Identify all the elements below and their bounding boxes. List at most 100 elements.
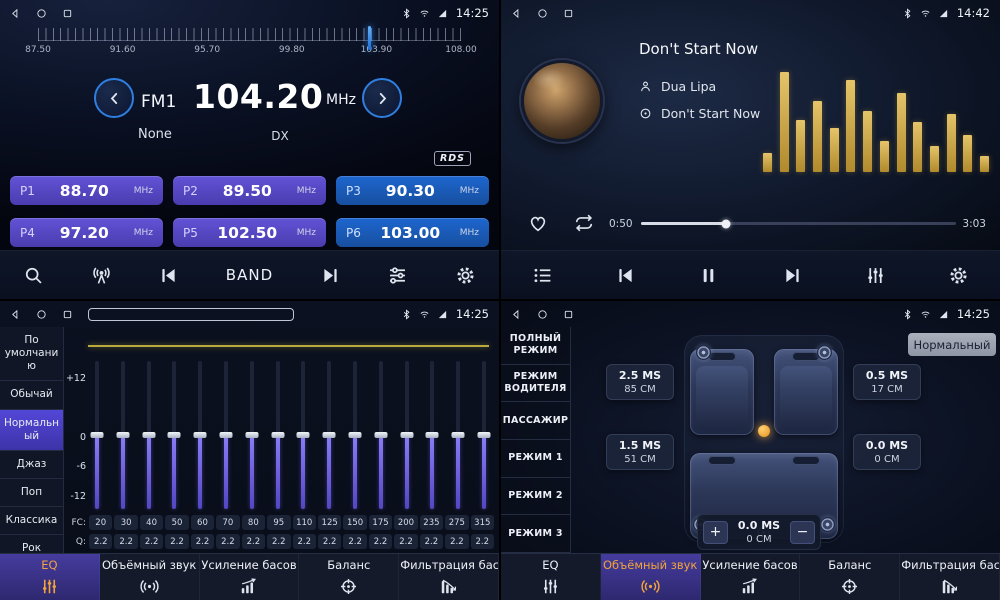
eq-slider-knob[interactable] <box>400 432 413 438</box>
surround-mode-item[interactable]: ПОЛНЫЙ РЕЖИМ <box>501 327 570 365</box>
eq-band-slider[interactable] <box>400 361 414 509</box>
eq-preset-item[interactable]: Обычай <box>0 381 63 409</box>
recents-icon[interactable] <box>62 309 73 320</box>
seek-bar[interactable] <box>641 222 956 225</box>
tune-up-button[interactable] <box>362 78 402 118</box>
eq-band-slider[interactable] <box>374 361 388 509</box>
gear-button[interactable] <box>948 265 969 286</box>
front-right-delay[interactable]: 0.5 MS 17 CM <box>853 364 921 400</box>
playlist-button[interactable] <box>532 265 553 286</box>
eq-band-slider[interactable] <box>477 361 491 509</box>
radio-preset-p6[interactable]: P6103.00MHz <box>336 218 489 247</box>
eq-preset-item[interactable]: Рок <box>0 535 63 553</box>
eq-slider-knob[interactable] <box>348 432 361 438</box>
eq-slider-knob[interactable] <box>116 432 129 438</box>
broadcast-button[interactable] <box>91 265 112 286</box>
audio-tab-2[interactable]: Объёмный звук <box>100 554 200 600</box>
eq-slider-knob[interactable] <box>323 432 336 438</box>
eq-band-slider[interactable] <box>425 361 439 509</box>
recents-icon[interactable] <box>62 8 73 19</box>
home-icon[interactable] <box>36 309 47 320</box>
prev-button[interactable] <box>158 265 179 286</box>
surround-mode-item[interactable]: ПАССАЖИР <box>501 402 570 440</box>
band-button[interactable]: BAND <box>226 266 273 284</box>
rear-left-delay[interactable]: 1.5 MS 51 CM <box>606 434 674 470</box>
favorite-button[interactable] <box>527 212 549 238</box>
front-left-delay[interactable]: 2.5 MS 85 CM <box>606 364 674 400</box>
eq-slider-knob[interactable] <box>297 432 310 438</box>
sliders-h-button[interactable] <box>387 265 408 286</box>
rear-right-delay[interactable]: 0.0 MS 0 CM <box>853 434 921 470</box>
eq-band-slider[interactable] <box>451 361 465 509</box>
eq-preset-item[interactable]: Классика <box>0 507 63 535</box>
radio-preset-p4[interactable]: P497.20MHz <box>10 218 163 247</box>
audio-tab-5[interactable]: Фильтрация басов <box>900 554 1000 600</box>
eq-slider-knob[interactable] <box>91 432 104 438</box>
eq-slider-knob[interactable] <box>194 432 207 438</box>
audio-tab-4[interactable]: Баланс <box>299 554 399 600</box>
eq-band-slider[interactable] <box>193 361 207 509</box>
next-button[interactable] <box>782 265 803 286</box>
tune-down-button[interactable] <box>94 78 134 118</box>
radio-preset-p1[interactable]: P188.70MHz <box>10 176 163 205</box>
radio-preset-p3[interactable]: P390.30MHz <box>336 176 489 205</box>
eq-slider-knob[interactable] <box>219 432 232 438</box>
recents-icon[interactable] <box>563 8 574 19</box>
prev-button[interactable] <box>615 265 636 286</box>
eq-slider-knob[interactable] <box>426 432 439 438</box>
home-icon[interactable] <box>36 8 47 19</box>
next-button[interactable] <box>320 265 341 286</box>
back-icon[interactable] <box>511 309 522 320</box>
eq-band-slider[interactable] <box>322 361 336 509</box>
listener-position-dot[interactable] <box>758 425 770 437</box>
surround-mode-item[interactable]: РЕЖИМ 3 <box>501 515 570 553</box>
audio-tab-2[interactable]: Объёмный звук <box>601 554 701 600</box>
back-icon[interactable] <box>10 8 21 19</box>
eq-preset-item[interactable]: Нормальный <box>0 410 63 451</box>
eq-band-slider[interactable] <box>245 361 259 509</box>
eq-slider-knob[interactable] <box>374 432 387 438</box>
home-icon[interactable] <box>537 309 548 320</box>
audio-tab-3[interactable]: Усиление басов <box>701 554 801 600</box>
audio-tab-3[interactable]: Усиление басов <box>200 554 300 600</box>
mixer-button[interactable] <box>865 265 886 286</box>
eq-slider-knob[interactable] <box>245 432 258 438</box>
eq-band-slider[interactable] <box>271 361 285 509</box>
eq-slider-knob[interactable] <box>271 432 284 438</box>
progress-knob[interactable] <box>722 219 731 228</box>
repeat-button[interactable] <box>573 212 595 238</box>
decrease-delay-button[interactable]: − <box>790 521 815 544</box>
eq-slider-knob[interactable] <box>142 432 155 438</box>
eq-band-slider[interactable] <box>116 361 130 509</box>
eq-slider-knob[interactable] <box>168 432 181 438</box>
radio-preset-p5[interactable]: P5102.50MHz <box>173 218 326 247</box>
sound-profile-button[interactable]: Нормальный <box>908 333 996 356</box>
surround-mode-item[interactable]: РЕЖИМ 1 <box>501 440 570 478</box>
audio-tab-1[interactable]: EQ <box>0 554 100 600</box>
back-icon[interactable] <box>10 309 21 320</box>
eq-band-slider[interactable] <box>219 361 233 509</box>
eq-slider-knob[interactable] <box>477 432 490 438</box>
radio-preset-p2[interactable]: P289.50MHz <box>173 176 326 205</box>
eq-preset-item[interactable]: Поп <box>0 479 63 507</box>
eq-band-slider[interactable] <box>296 361 310 509</box>
search-button[interactable] <box>23 265 44 286</box>
surround-mode-item[interactable]: РЕЖИМ ВОДИТЕЛЯ <box>501 365 570 403</box>
audio-tab-1[interactable]: EQ <box>501 554 601 600</box>
back-icon[interactable] <box>511 8 522 19</box>
home-icon[interactable] <box>537 8 548 19</box>
recents-icon[interactable] <box>563 309 574 320</box>
audio-tab-4[interactable]: Баланс <box>800 554 900 600</box>
increase-delay-button[interactable]: + <box>703 521 728 544</box>
eq-slider-knob[interactable] <box>452 432 465 438</box>
pause-button[interactable] <box>698 265 719 286</box>
eq-preset-item[interactable]: По умолчанию <box>0 327 63 381</box>
surround-mode-item[interactable]: РЕЖИМ 2 <box>501 478 570 516</box>
eq-band-slider[interactable] <box>348 361 362 509</box>
eq-band-slider[interactable] <box>90 361 104 509</box>
eq-band-slider[interactable] <box>167 361 181 509</box>
eq-band-slider[interactable] <box>142 361 156 509</box>
eq-preset-item[interactable]: Джаз <box>0 451 63 479</box>
audio-tab-5[interactable]: Фильтрация басов <box>399 554 499 600</box>
gear-button[interactable] <box>455 265 476 286</box>
